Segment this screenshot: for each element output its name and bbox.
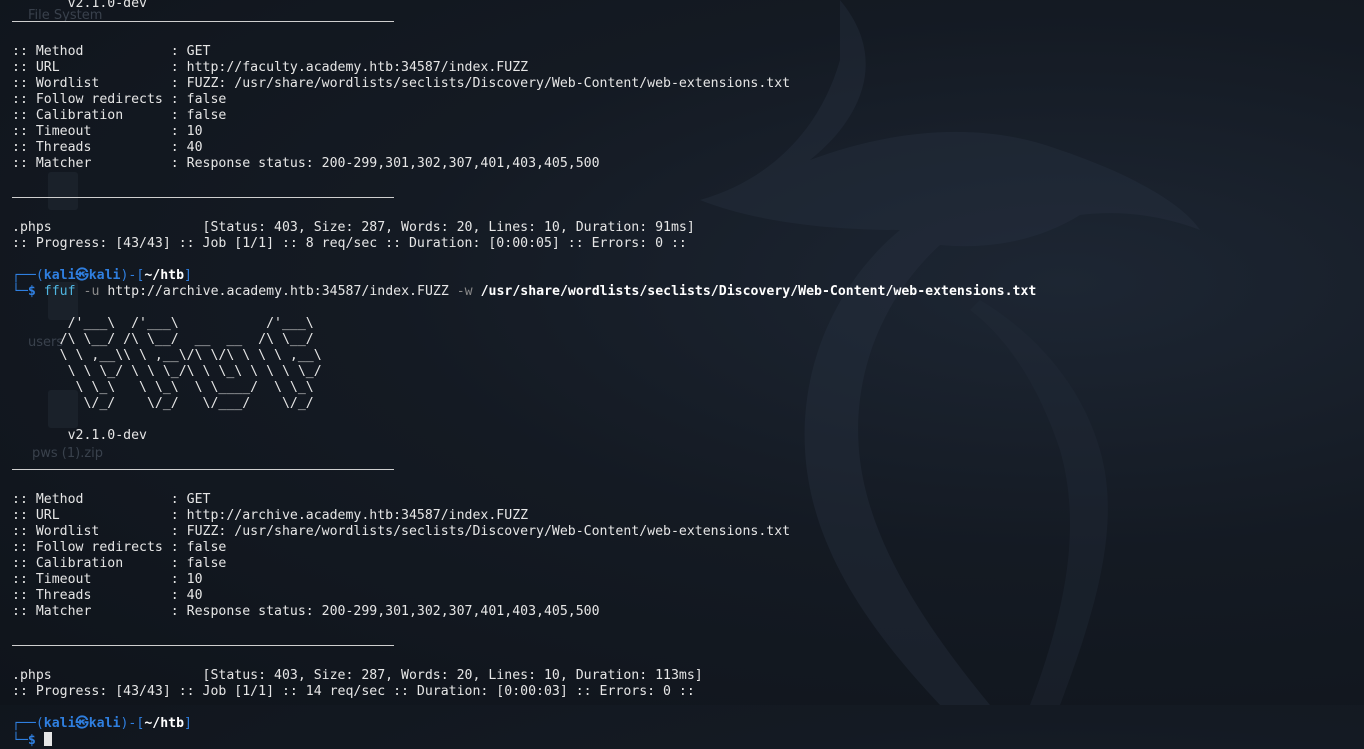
command-path: /usr/share/wordlists/seclists/Discovery/… — [480, 284, 1037, 299]
banner-line: \ \_\ \ \_\ \ \____/ \ \_\ — [12, 380, 314, 395]
banner-line: /'___\ /'___\ /'___\ — [12, 316, 314, 331]
result-line: .phps [Status: 403, Size: 287, Words: 20… — [12, 668, 703, 683]
progress-line: :: Progress: [43/43] :: Job [1/1] :: 14 … — [12, 684, 695, 699]
command-name: ffuf — [43, 284, 76, 299]
banner-line: \/_/ \/_/ \/___/ \/_/ — [12, 396, 314, 411]
prompt-dir: ~/htb — [144, 268, 185, 283]
config-line: :: URL : http://faculty.academy.htb:3458… — [12, 60, 529, 75]
prompt-host: kali — [88, 268, 121, 283]
config-line: :: URL : http://archive.academy.htb:3458… — [12, 508, 529, 523]
prompt-user: kali — [43, 268, 76, 283]
separator — [12, 12, 1352, 28]
config-line: :: Matcher : Response status: 200-299,30… — [12, 156, 600, 171]
version-line: v2.1.0-dev — [67, 428, 147, 443]
separator — [12, 460, 1352, 476]
prompt-host: kali — [88, 716, 121, 731]
config-line: :: Follow redirects : false — [12, 92, 227, 107]
progress-line: :: Progress: [43/43] :: Job [1/1] :: 8 r… — [12, 236, 687, 251]
config-line: :: Threads : 40 — [12, 588, 203, 603]
prompt-dir: ~/htb — [144, 716, 185, 731]
config-line: :: Timeout : 10 — [12, 124, 203, 139]
config-line: :: Wordlist : FUZZ: /usr/share/wordlists… — [12, 524, 791, 539]
config-line: :: Method : GET — [12, 44, 211, 59]
text-cursor — [43, 732, 52, 746]
command-url: http://archive.academy.htb:34587/index.F… — [107, 284, 449, 299]
config-line: :: Method : GET — [12, 492, 211, 507]
prompt-user: kali — [43, 716, 76, 731]
config-line: :: Wordlist : FUZZ: /usr/share/wordlists… — [12, 76, 791, 91]
banner-line: \ \ \_/ \ \ \_/\ \ \_\ \ \ \ \_/ — [12, 364, 322, 379]
result-line: .phps [Status: 403, Size: 287, Words: 20… — [12, 220, 695, 235]
config-line: :: Threads : 40 — [12, 140, 203, 155]
banner-line: /\ \__/ /\ \__/ __ __ /\ \__/ — [12, 332, 314, 347]
command-line: └─$ ffuf -u http://archive.academy.htb:3… — [12, 284, 1037, 299]
config-line: :: Matcher : Response status: 200-299,30… — [12, 604, 600, 619]
config-line: :: Timeout : 10 — [12, 572, 203, 587]
version-line: v2.1.0-dev — [67, 0, 147, 11]
config-line: :: Follow redirects : false — [12, 540, 227, 555]
config-line: :: Calibration : false — [12, 108, 227, 123]
command-line-active[interactable]: └─$ — [12, 732, 1352, 748]
separator — [12, 636, 1352, 652]
prompt-header: ┌──(kali㉿kali)-[~/htb] — [12, 268, 192, 283]
separator — [12, 188, 1352, 204]
config-line: :: Calibration : false — [12, 556, 227, 571]
prompt-header: ┌──(kali㉿kali)-[~/htb] — [12, 716, 192, 731]
banner-line: \ \ ,__\\ \ ,__\/\ \/\ \ \ \ ,__\ — [12, 348, 322, 363]
terminal-output[interactable]: v2.1.0-dev :: Method : GET :: URL : http… — [12, 0, 1352, 748]
